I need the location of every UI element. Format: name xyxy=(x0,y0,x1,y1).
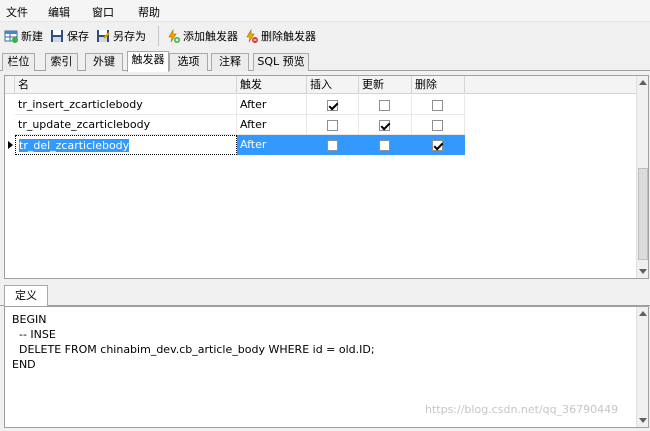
update-checkbox[interactable] xyxy=(379,140,390,151)
toolbar: 新建 保存 另存为 添加触发器 删除触发器 xyxy=(0,22,650,50)
update-cell xyxy=(359,115,412,135)
scroll-up-arrow-icon[interactable] xyxy=(639,80,647,85)
tab-definition[interactable]: 定义 xyxy=(4,285,48,306)
scroll-down-arrow-icon[interactable] xyxy=(639,418,647,423)
insert-checkbox[interactable] xyxy=(327,140,338,151)
menu-file[interactable]: 文件 xyxy=(6,4,28,20)
current-row-indicator-icon xyxy=(8,141,13,149)
column-header-timing[interactable]: 触发 xyxy=(237,76,307,94)
insert-checkbox[interactable] xyxy=(327,120,338,131)
insert-checkbox[interactable] xyxy=(327,100,338,111)
grid-vertical-scrollbar[interactable] xyxy=(636,76,648,278)
tab-indexes[interactable]: 索引 xyxy=(45,53,78,71)
menu-window[interactable]: 窗口 xyxy=(92,4,114,20)
trigger-grid: 名 触发 插入 更新 删除 tr_insert_zcarticlebody Af… xyxy=(4,75,649,279)
delete-cell xyxy=(412,95,465,115)
menu-edit[interactable]: 编辑 xyxy=(48,4,70,20)
grid-header: 名 触发 插入 更新 删除 xyxy=(5,76,637,94)
delete-checkbox[interactable] xyxy=(432,120,443,131)
tab-fields[interactable]: 栏位 xyxy=(2,53,35,71)
tab-foreign-keys[interactable]: 外键 xyxy=(85,53,123,71)
delete-trigger-icon xyxy=(244,28,258,43)
insert-cell xyxy=(307,115,359,135)
trigger-name-cell[interactable]: tr_insert_zcarticlebody xyxy=(15,95,237,115)
trigger-name-cell[interactable]: tr_del_zcarticlebody xyxy=(15,135,237,155)
save-button[interactable]: 保存 xyxy=(50,27,89,45)
new-table-icon xyxy=(4,29,18,43)
insert-cell xyxy=(307,135,359,155)
delete-checkbox[interactable] xyxy=(432,140,443,151)
tab-sql-preview[interactable]: SQL 预览 xyxy=(253,53,309,71)
delete-cell xyxy=(412,135,465,155)
save-label: 保存 xyxy=(67,30,89,43)
column-header-delete[interactable]: 删除 xyxy=(412,76,465,94)
menu-help[interactable]: 帮助 xyxy=(138,4,160,20)
delete-cell xyxy=(412,115,465,135)
insert-cell xyxy=(307,95,359,115)
save-as-button[interactable]: 另存为 xyxy=(96,27,146,45)
table-row[interactable]: tr_update_zcarticlebody After xyxy=(5,115,637,135)
save-as-icon xyxy=(96,29,110,43)
update-cell xyxy=(359,135,412,155)
tab-comments[interactable]: 注释 xyxy=(211,53,249,71)
row-indicator-header xyxy=(5,76,15,94)
trigger-definition-code[interactable]: BEGIN -- INSE DELETE FROM chinabim_dev.c… xyxy=(12,312,375,372)
new-button[interactable]: 新建 xyxy=(4,27,43,45)
trigger-timing-cell[interactable]: After xyxy=(237,115,307,135)
add-trigger-button[interactable]: 添加触发器 xyxy=(166,27,238,45)
tab-triggers[interactable]: 触发器 xyxy=(127,51,169,72)
column-header-insert[interactable]: 插入 xyxy=(307,76,359,94)
watermark: https://blog.csdn.net/qq_36790449 xyxy=(425,403,619,416)
update-checkbox[interactable] xyxy=(379,120,390,131)
update-checkbox[interactable] xyxy=(379,100,390,111)
trigger-name-text: tr_del_zcarticlebody xyxy=(19,139,130,152)
designer-tabs: 栏位 索引 外键 触发器 选项 注释 SQL 预览 xyxy=(0,51,650,72)
table-row[interactable]: tr_insert_zcarticlebody After xyxy=(5,95,637,115)
tab-options[interactable]: 选项 xyxy=(169,53,208,71)
save-as-label: 另存为 xyxy=(113,30,146,43)
new-label: 新建 xyxy=(21,30,43,43)
scroll-thumb[interactable] xyxy=(638,168,648,260)
scroll-down-arrow-icon[interactable] xyxy=(639,269,647,274)
column-header-name[interactable]: 名 xyxy=(15,76,237,94)
delete-trigger-label: 删除触发器 xyxy=(261,30,316,43)
delete-checkbox[interactable] xyxy=(432,100,443,111)
add-trigger-label: 添加触发器 xyxy=(183,30,238,43)
table-row-selected[interactable]: tr_del_zcarticlebody After xyxy=(5,135,637,155)
trigger-timing-cell[interactable]: After xyxy=(237,95,307,115)
update-cell xyxy=(359,95,412,115)
column-header-update[interactable]: 更新 xyxy=(359,76,412,94)
editor-vertical-scrollbar[interactable] xyxy=(636,307,648,427)
menu-bar: 文件 编辑 窗口 帮助 xyxy=(0,0,650,22)
save-icon xyxy=(50,29,64,43)
add-trigger-icon xyxy=(166,28,180,43)
toolbar-separator xyxy=(158,26,159,46)
trigger-name-cell[interactable]: tr_update_zcarticlebody xyxy=(15,115,237,135)
scroll-up-arrow-icon[interactable] xyxy=(639,311,647,316)
delete-trigger-button[interactable]: 删除触发器 xyxy=(244,27,316,45)
trigger-timing-cell[interactable]: After xyxy=(237,135,307,155)
